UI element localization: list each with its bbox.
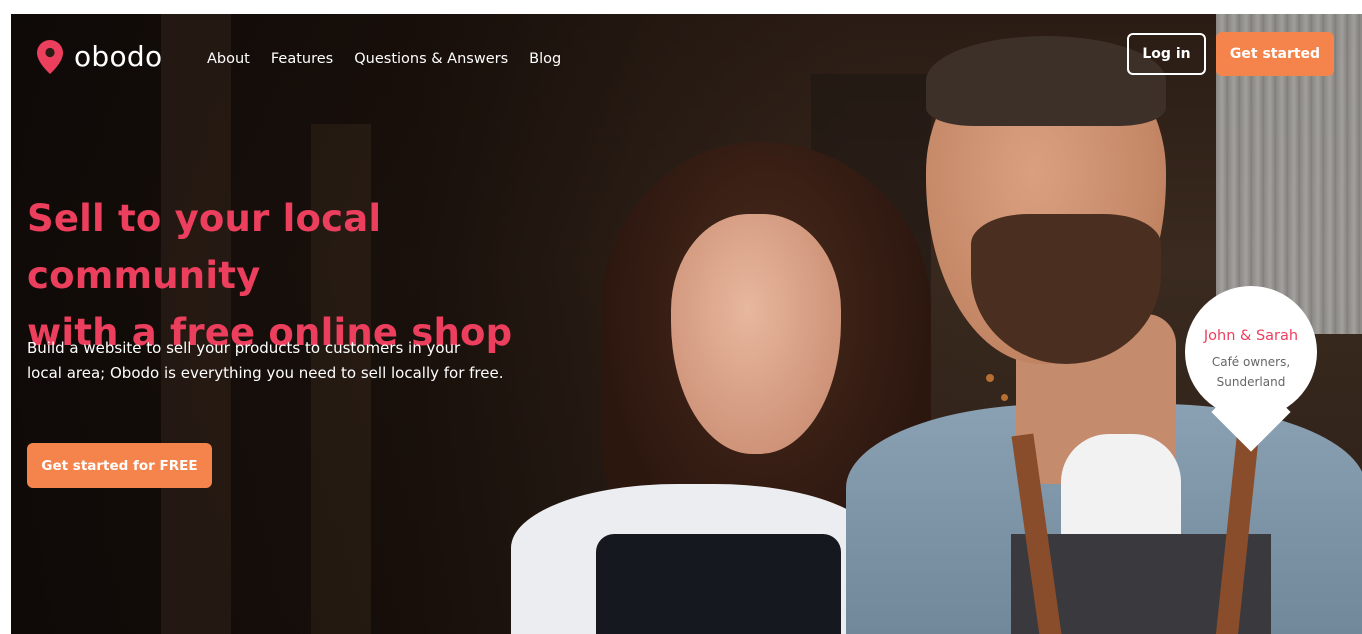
hero-subtext-line: local area; Obodo is everything you need…	[27, 364, 504, 382]
get-started-button[interactable]: Get started	[1216, 32, 1334, 76]
brand-name: obodo	[74, 40, 163, 73]
hero-headline-line: Sell to your local community	[27, 197, 382, 297]
nav-link-about[interactable]: About	[207, 50, 250, 68]
testimonial-location: Sunderland	[1216, 375, 1286, 389]
nav-link-questions-answers[interactable]: Questions & Answers	[354, 50, 508, 68]
testimonial-pin: John & Sarah Café owners, Sunderland	[1185, 286, 1317, 466]
logo-link[interactable]: obodo	[37, 40, 162, 74]
hero-photo-person	[596, 534, 841, 634]
nav-link-features[interactable]: Features	[271, 50, 333, 68]
top-navigation: obodo About Features Questions & Answers…	[11, 14, 1362, 94]
hero-subtext-line: Build a website to sell your products to…	[27, 339, 461, 357]
testimonial-content: John & Sarah Café owners, Sunderland	[1185, 326, 1317, 392]
get-started-free-button[interactable]: Get started for FREE	[27, 443, 212, 488]
hero-subtext: Build a website to sell your products to…	[27, 336, 567, 386]
login-button[interactable]: Log in	[1127, 33, 1206, 75]
map-pin-icon	[37, 40, 63, 74]
nav-link-blog[interactable]: Blog	[529, 50, 561, 68]
background-photo	[1001, 394, 1008, 401]
testimonial-role: Café owners,	[1211, 355, 1291, 369]
background-photo	[986, 374, 994, 382]
testimonial-name: John & Sarah	[1203, 328, 1299, 344]
nav-links: About Features Questions & Answers Blog	[207, 50, 561, 68]
